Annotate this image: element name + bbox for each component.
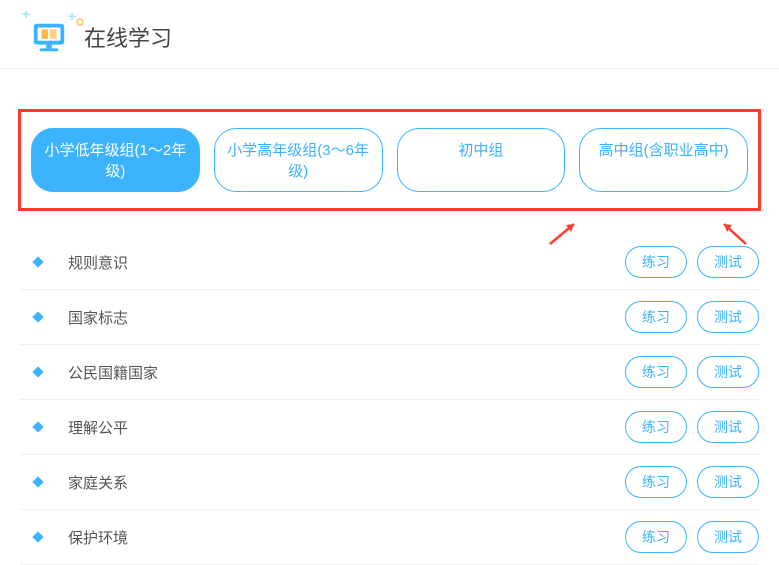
- test-button[interactable]: 测试: [697, 246, 759, 278]
- bullet-icon: [32, 366, 43, 377]
- grade-tabs-container: 小学低年级组(1～2年级) 小学高年级组(3～6年级) 初中组 高中组(含职业高…: [18, 109, 761, 211]
- topic-row: 公民国籍国家 练习 测试: [20, 345, 759, 400]
- monitor-book-icon: [30, 18, 68, 56]
- topic-label: 公民国籍国家: [68, 362, 615, 383]
- header: 在线学习: [0, 0, 779, 69]
- test-button[interactable]: 测试: [697, 521, 759, 553]
- bullet-icon: [32, 531, 43, 542]
- test-button[interactable]: 测试: [697, 411, 759, 443]
- decor-circle-icon: [76, 18, 84, 26]
- practice-button[interactable]: 练习: [625, 356, 687, 388]
- topic-row: 国家标志 练习 测试: [20, 290, 759, 345]
- decor-plus-icon: +: [22, 6, 30, 22]
- topic-row: 保护环境 练习 测试: [20, 510, 759, 565]
- topic-row: 家庭关系 练习 测试: [20, 455, 759, 510]
- topic-row: 理解公平 练习 测试: [20, 400, 759, 455]
- topic-label: 家庭关系: [68, 472, 615, 493]
- topic-list: 规则意识 练习 测试 国家标志 练习 测试 公民国籍国家 练习 测试 理解公平 …: [20, 235, 759, 565]
- practice-button[interactable]: 练习: [625, 411, 687, 443]
- practice-button[interactable]: 练习: [625, 246, 687, 278]
- tab-middle[interactable]: 初中组: [397, 128, 566, 192]
- test-button[interactable]: 测试: [697, 356, 759, 388]
- tab-high[interactable]: 高中组(含职业高中): [579, 128, 748, 192]
- decor-plus-icon: +: [68, 8, 76, 24]
- topic-label: 国家标志: [68, 307, 615, 328]
- topic-label: 保护环境: [68, 527, 615, 548]
- bullet-icon: [32, 256, 43, 267]
- topic-label: 理解公平: [68, 417, 615, 438]
- practice-button[interactable]: 练习: [625, 521, 687, 553]
- topic-row: 规则意识 练习 测试: [20, 235, 759, 290]
- topic-label: 规则意识: [68, 252, 615, 273]
- bullet-icon: [32, 476, 43, 487]
- practice-button[interactable]: 练习: [625, 466, 687, 498]
- bullet-icon: [32, 311, 43, 322]
- test-button[interactable]: 测试: [697, 301, 759, 333]
- test-button[interactable]: 测试: [697, 466, 759, 498]
- bullet-icon: [32, 421, 43, 432]
- tab-primary-upper[interactable]: 小学高年级组(3～6年级): [214, 128, 383, 192]
- tab-primary-lower[interactable]: 小学低年级组(1～2年级): [31, 128, 200, 192]
- page-title: 在线学习: [84, 21, 172, 53]
- practice-button[interactable]: 练习: [625, 301, 687, 333]
